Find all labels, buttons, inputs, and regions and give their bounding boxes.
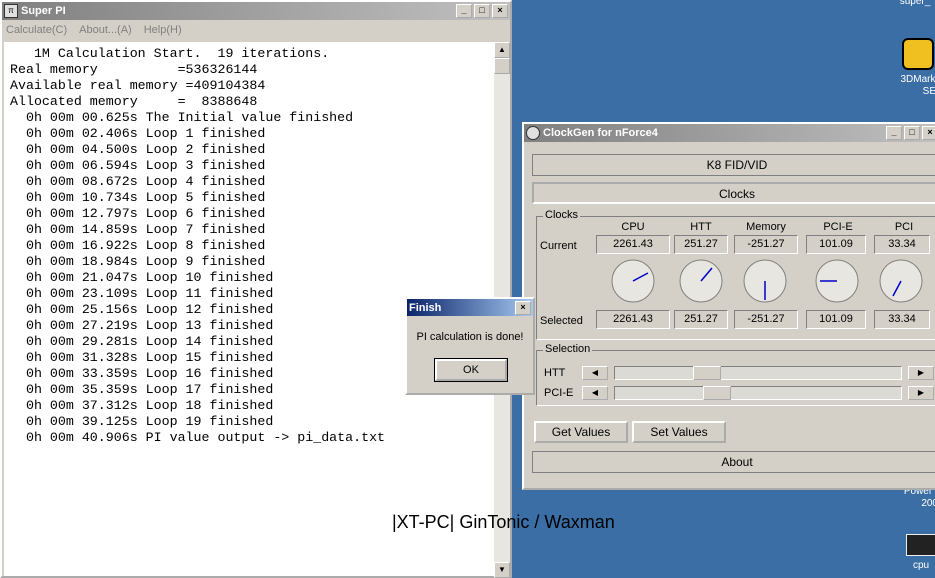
finish-titlebar[interactable]: Finish ×	[407, 299, 533, 316]
finish-dialog: Finish × PI calculation is done! OK	[405, 297, 535, 395]
console-line: 0h 00m 06.594s Loop 3 finished	[10, 158, 266, 173]
selected-pci-value: 33.34	[874, 310, 930, 329]
maximize-button[interactable]: □	[904, 126, 920, 140]
clockgen-window: ClockGen for nForce4 _ □ × K8 FID/VID Cl…	[522, 122, 935, 490]
col-htt: HTT	[690, 221, 712, 233]
console-line: 0h 00m 39.125s Loop 19 finished	[10, 414, 274, 429]
clocks-group-label: Clocks	[543, 209, 581, 221]
superpi-window: π Super PI _ □ × Calculate(C) About...(A…	[0, 0, 512, 578]
col-pci: PCI	[894, 221, 914, 233]
current-memory-value: -251.27	[734, 235, 798, 254]
close-button[interactable]: ×	[492, 4, 508, 18]
window-title: Super PI	[21, 5, 66, 17]
htt-right-arrow[interactable]: ▶	[908, 366, 934, 380]
console-line: Allocated memory = 8388648	[10, 94, 258, 109]
close-button[interactable]: ×	[922, 126, 935, 140]
col-cpu: CPU	[621, 221, 645, 233]
get-values-button[interactable]: Get Values	[534, 421, 628, 443]
scroll-down-arrow[interactable]: ▼	[494, 562, 510, 578]
maximize-button[interactable]: □	[474, 4, 490, 18]
about-button[interactable]: About	[532, 451, 935, 473]
clockgen-titlebar[interactable]: ClockGen for nForce4 _ □ ×	[524, 124, 935, 142]
menu-about[interactable]: About...(A)	[79, 24, 132, 36]
clockgen-app-icon	[526, 126, 540, 140]
current-cpu-value: 2261.43	[596, 235, 670, 254]
desktop-icon-3dmark[interactable]: 3DMark SE	[898, 38, 935, 98]
current-pci-value: 33.34	[874, 235, 930, 254]
console-line: Real memory =536326144	[10, 62, 258, 77]
k8-fid-vid-button[interactable]: K8 FID/VID	[532, 154, 935, 176]
console-line: 1M Calculation Start. 19 iterations.	[10, 46, 330, 61]
console-line: 0h 00m 12.797s Loop 6 finished	[10, 206, 266, 221]
clocks-tab-button[interactable]: Clocks	[532, 182, 935, 204]
pcie-slider-label: PCI-E	[544, 387, 574, 399]
cpu-gauge	[611, 259, 655, 303]
htt-slider-label: HTT	[544, 367, 566, 379]
console-line: 0h 00m 37.312s Loop 18 finished	[10, 398, 274, 413]
console-line: 0h 00m 16.922s Loop 8 finished	[10, 238, 266, 253]
current-htt-value: 251.27	[674, 235, 728, 254]
selected-cpu-value: 2261.43	[596, 310, 670, 329]
console-line: 0h 00m 08.672s Loop 4 finished	[10, 174, 266, 189]
htt-gauge	[679, 259, 723, 303]
htt-slider[interactable]	[614, 366, 902, 380]
desktop-icon-label: super_	[899, 0, 931, 7]
minimize-button[interactable]: _	[886, 126, 902, 140]
set-values-button[interactable]: Set Values	[632, 421, 726, 443]
3dmark-icon	[902, 38, 934, 70]
console-line: 0h 00m 18.984s Loop 9 finished	[10, 254, 266, 269]
console-line: 0h 00m 10.734s Loop 5 finished	[10, 190, 266, 205]
console-line: 0h 00m 00.625s The Initial value finishe…	[10, 110, 354, 125]
pcie-gauge	[815, 259, 859, 303]
pcie-left-arrow[interactable]: ◀	[582, 386, 608, 400]
console-line: 0h 00m 02.406s Loop 1 finished	[10, 126, 266, 141]
superpi-app-icon: π	[4, 4, 18, 18]
selected-memory-value: -251.27	[734, 310, 798, 329]
console-line: 0h 00m 21.047s Loop 10 finished	[10, 270, 274, 285]
pci-gauge	[879, 259, 923, 303]
desktop-icon-cpu[interactable]: cpu	[905, 534, 935, 572]
desktop-icon-super-pi[interactable]: super_	[893, 0, 935, 8]
selected-htt-value: 251.27	[674, 310, 728, 329]
current-label: Current	[540, 240, 577, 252]
scroll-thumb[interactable]	[494, 58, 510, 74]
desktop-icon-label: 200	[921, 498, 935, 509]
scroll-up-arrow[interactable]: ▲	[494, 42, 510, 58]
window-title: ClockGen for nForce4	[543, 127, 658, 139]
minimize-button[interactable]: _	[456, 4, 472, 18]
credit-text: |XT-PC| GinTonic / Waxman	[392, 512, 615, 532]
dialog-title: Finish	[409, 301, 442, 314]
console-line: 0h 00m 14.859s Loop 7 finished	[10, 222, 266, 237]
col-memory: Memory	[746, 221, 786, 233]
desktop-icon-label: cpu	[912, 560, 930, 571]
htt-slider-thumb[interactable]	[693, 366, 721, 380]
desktop-icon-label: 3DMark	[900, 74, 935, 85]
selected-label: Selected	[540, 315, 583, 327]
pcie-right-arrow[interactable]: ▶	[908, 386, 934, 400]
console-line: 0h 00m 40.906s PI value output -> pi_dat…	[10, 430, 386, 445]
pcie-slider[interactable]	[614, 386, 902, 400]
current-pcie-value: 101.09	[806, 235, 866, 254]
close-button[interactable]: ×	[515, 300, 531, 315]
col-pci-e: PCI-E	[823, 221, 853, 233]
superpi-titlebar[interactable]: π Super PI _ □ ×	[2, 2, 510, 20]
console-line: Available real memory =409104384	[10, 78, 266, 93]
htt-left-arrow[interactable]: ◀	[582, 366, 608, 380]
selected-pcie-value: 101.09	[806, 310, 866, 329]
chip-icon	[906, 534, 935, 556]
memory-gauge	[743, 259, 787, 303]
menubar: Calculate(C) About...(A) Help(H)	[2, 20, 510, 40]
console-line: 0h 00m 04.500s Loop 2 finished	[10, 142, 266, 157]
pcie-slider-thumb[interactable]	[703, 386, 731, 400]
desktop-icon-label: SE	[922, 86, 935, 97]
dialog-message: PI calculation is done!	[416, 331, 524, 343]
menu-calculate[interactable]: Calculate(C)	[6, 24, 67, 36]
menu-help[interactable]: Help(H)	[144, 24, 182, 36]
selection-group-label: Selection	[543, 343, 593, 355]
ok-button[interactable]: OK	[434, 358, 508, 382]
